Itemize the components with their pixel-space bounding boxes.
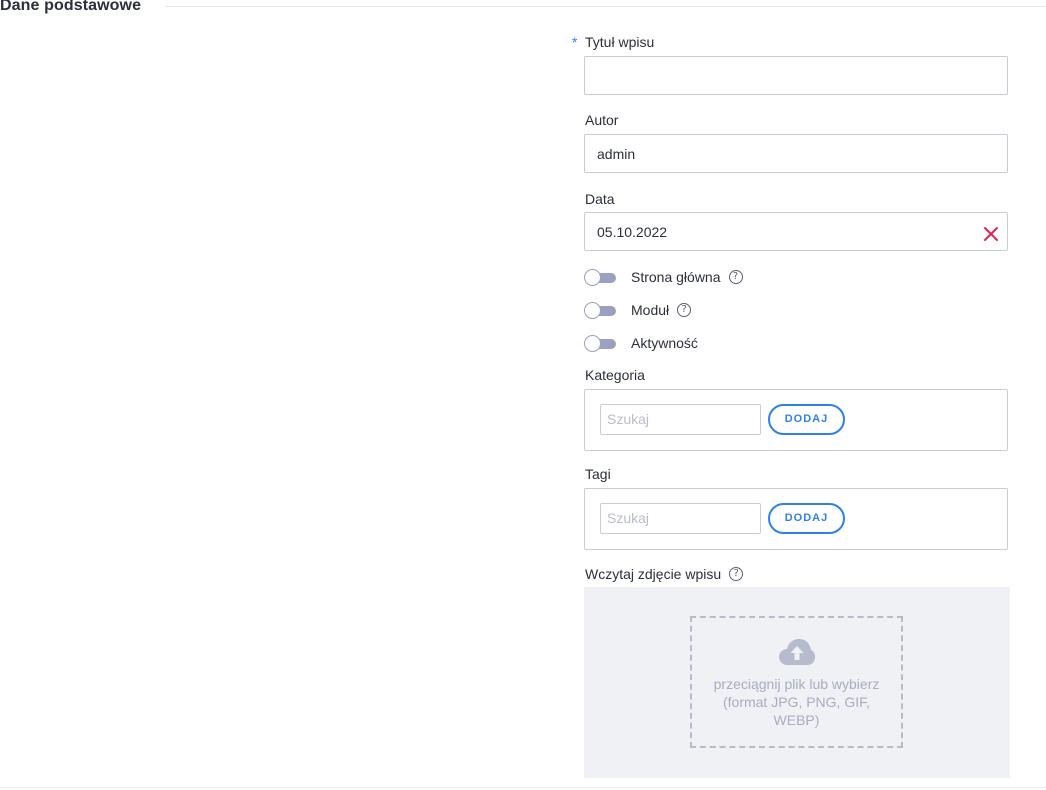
- homepage-toggle-row: Strona główna ?: [584, 267, 743, 287]
- close-icon[interactable]: [982, 225, 1000, 243]
- homepage-toggle-label: Strona główna: [631, 269, 721, 285]
- image-dropzone[interactable]: przeciągnij plik lub wybierz (format JPG…: [690, 616, 903, 748]
- category-box: Szukaj DODAJ: [584, 389, 1008, 451]
- category-label: Kategoria: [585, 367, 645, 383]
- category-search-input[interactable]: Szukaj: [600, 404, 761, 435]
- module-toggle[interactable]: [584, 302, 616, 319]
- upload-instructions: przeciągnij plik lub wybierz (format JPG…: [692, 675, 901, 729]
- tags-search-input[interactable]: Szukaj: [600, 503, 761, 534]
- tags-box: Szukaj DODAJ: [584, 488, 1008, 550]
- tags-add-button[interactable]: DODAJ: [768, 503, 845, 534]
- bottom-divider: [0, 787, 1046, 788]
- module-toggle-row: Moduł ?: [584, 300, 692, 320]
- required-marker: *: [572, 34, 578, 50]
- upload-text-line2: (format JPG, PNG, GIF,: [722, 694, 871, 710]
- date-label: Data: [585, 191, 615, 207]
- upload-text-line3: WEBP): [773, 712, 820, 728]
- section-title: Dane podstawowe: [0, 0, 142, 14]
- image-label: Wczytaj zdjęcie wpisu: [585, 566, 722, 582]
- help-circle-icon[interactable]: ?: [677, 303, 692, 317]
- author-label: Autor: [585, 112, 619, 128]
- module-toggle-label: Moduł: [631, 302, 670, 318]
- image-label-row: Wczytaj zdjęcie wpisu ?: [585, 565, 744, 583]
- section-divider: [165, 6, 1046, 7]
- active-toggle[interactable]: [584, 335, 616, 352]
- homepage-toggle[interactable]: [584, 269, 616, 286]
- active-toggle-label: Aktywność: [631, 335, 698, 351]
- category-add-button[interactable]: DODAJ: [768, 404, 845, 435]
- author-input[interactable]: [584, 134, 1008, 173]
- title-label: Tytuł wpisu: [585, 34, 655, 50]
- help-circle-icon[interactable]: ?: [728, 270, 743, 284]
- tags-label: Tagi: [585, 466, 611, 482]
- blog-post-form: Dane podstawowe * Tytuł wpisu Autor Data…: [0, 0, 1046, 790]
- date-input[interactable]: [584, 212, 1008, 251]
- active-toggle-row: Aktywność: [584, 333, 698, 353]
- help-circle-icon[interactable]: ?: [729, 567, 744, 581]
- image-upload-area: przeciągnij plik lub wybierz (format JPG…: [584, 587, 1010, 778]
- cloud-upload-icon: [779, 639, 815, 665]
- title-input[interactable]: [584, 56, 1008, 95]
- upload-text-line1: przeciągnij plik lub wybierz: [713, 676, 880, 692]
